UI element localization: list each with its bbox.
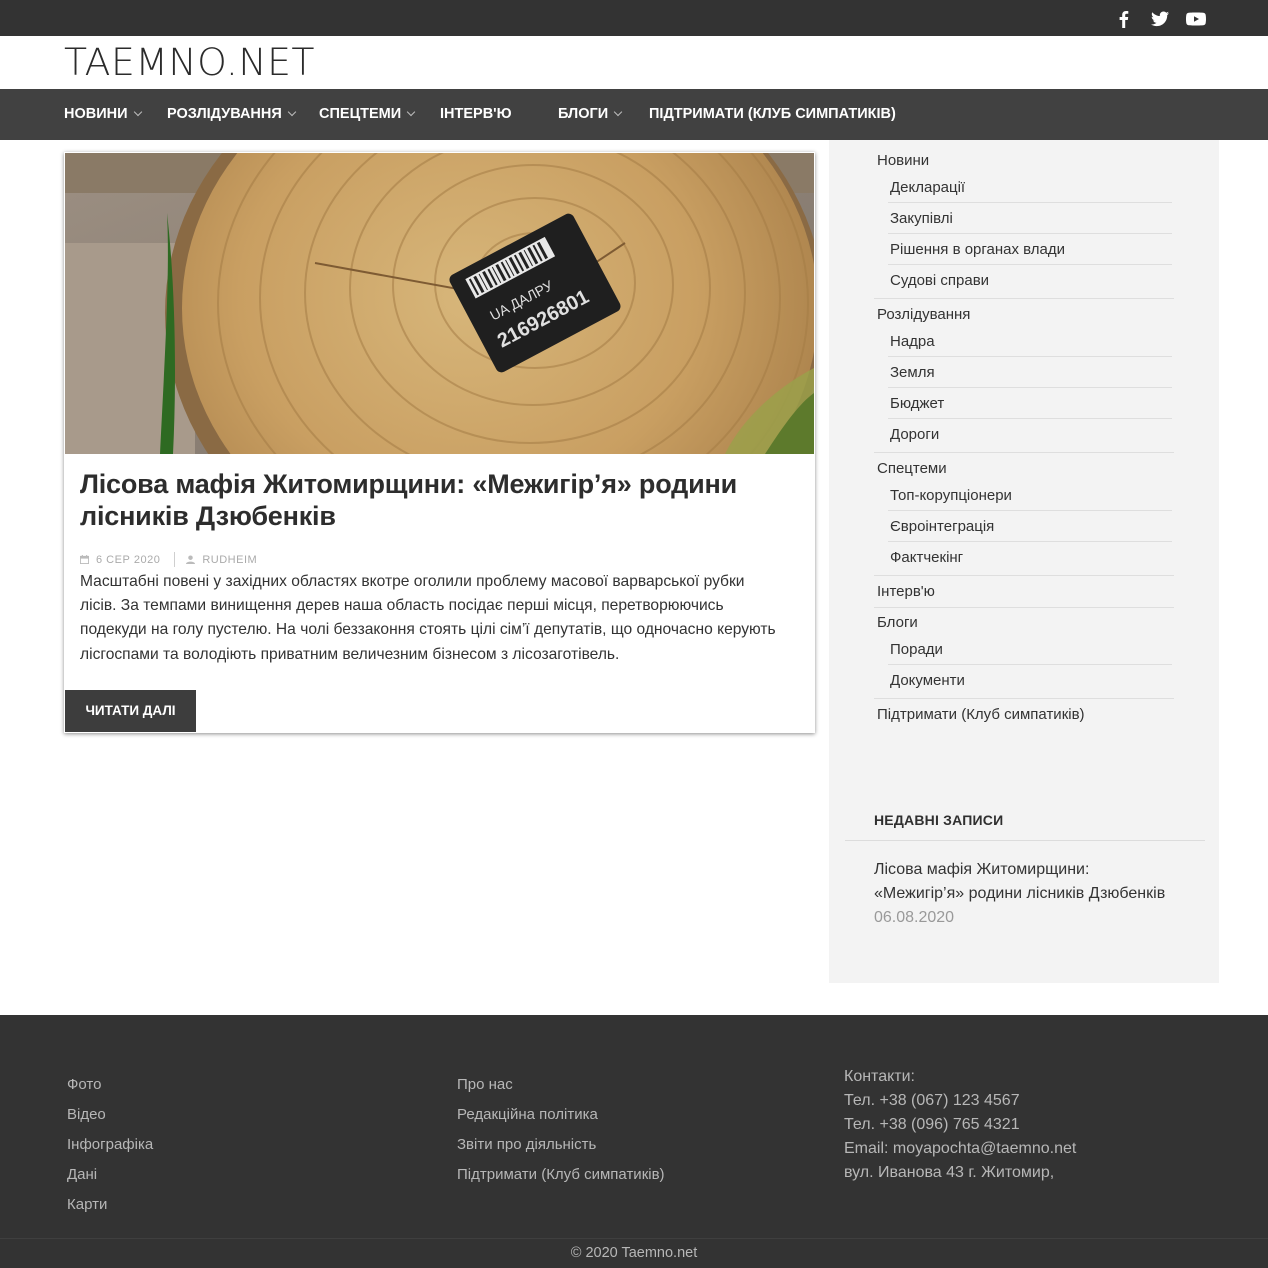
sidebar-subcategory[interactable]: Дороги (890, 426, 939, 443)
recent-post-date: 06.08.2020 (874, 909, 955, 926)
chevron-down-icon (133, 107, 142, 117)
contact-phone-2: Тел. +38 (096) 765 4321 (844, 1116, 1020, 1133)
sidebar-subcategory[interactable]: Бюджет (890, 395, 944, 412)
sidebar-category-spetstemy[interactable]: Спецтеми (877, 460, 947, 477)
contact-address: вул. Иванова 43 г. Житомир, (844, 1164, 1055, 1181)
sidebar-subcategory[interactable]: Судові справи (890, 272, 989, 289)
contact-email: Email: moyapochta@taemno.net (844, 1140, 1077, 1157)
sidebar-subcategory[interactable]: Земля (890, 364, 935, 381)
footer-link[interactable]: Відео (67, 1100, 153, 1130)
main-nav: Новини Розлідування Спецтеми Інтерв'ю Бл… (0, 89, 1268, 140)
site-logo[interactable]: TAEMNO.NET (64, 41, 315, 84)
chevron-down-icon (287, 107, 297, 117)
facebook-icon[interactable] (1114, 10, 1134, 28)
widget-divider (845, 840, 1205, 841)
article-card: UA ДАЛРУ 216926801 Лісова мафія Житомирщ… (64, 152, 815, 733)
user-icon (186, 555, 196, 564)
sidebar-subcategory[interactable]: Топ-корупціонери (890, 487, 1012, 504)
footer-column-media: Фото Відео Інфографіка Дані Карти (67, 1070, 153, 1220)
calendar-icon (80, 555, 89, 564)
top-bar (0, 0, 1268, 36)
sidebar: Новини Декларації Закупівлі Рішення в ор… (829, 140, 1219, 983)
twitter-icon[interactable] (1150, 10, 1170, 28)
sidebar-subcategory[interactable]: Декларації (890, 179, 965, 196)
sidebar-subcategory[interactable]: Фактчекінг (890, 549, 963, 566)
footer-link[interactable]: Підтримати (Клуб симпатиків) (457, 1160, 665, 1190)
contacts-heading: Контакти: (844, 1068, 915, 1085)
article-author[interactable]: rudheim (202, 554, 257, 566)
footer-link[interactable]: Карти (67, 1190, 153, 1220)
article-meta: 6 сер 2020 rudheim (80, 552, 257, 567)
recent-posts-title: Недавні записи (874, 812, 1004, 828)
sidebar-category-rozliduvannia[interactable]: Розлідування (877, 306, 970, 323)
site-header: TAEMNO.NET (0, 36, 1268, 89)
sidebar-category-novyny[interactable]: Новини (877, 152, 929, 169)
footer-link[interactable]: Інфографіка (67, 1130, 153, 1160)
footer-link[interactable]: Про нас (457, 1070, 665, 1100)
sidebar-category-pidtrymaty[interactable]: Підтримати (Клуб симпатиків) (877, 706, 1085, 723)
sidebar-category-interviu[interactable]: Інтерв'ю (877, 583, 935, 600)
nav-item-novyny[interactable]: Новини (64, 89, 142, 140)
sidebar-subcategory[interactable]: Надра (890, 333, 935, 350)
article-title[interactable]: Лісова мафія Житомирщини: «Межигір’я» ро… (80, 468, 780, 532)
nav-item-pidtrymaty[interactable]: Підтримати (Клуб симпатиків) (649, 89, 896, 140)
chevron-down-icon (406, 107, 416, 117)
nav-item-blohy[interactable]: Блоги (558, 89, 623, 140)
read-more-button[interactable]: Читати далі (65, 690, 196, 732)
copyright: © 2020 Taemno.net (570, 1245, 698, 1261)
contact-phone-1: Тел. +38 (067) 123 4567 (844, 1092, 1020, 1109)
nav-item-rozliduvannia[interactable]: Розлідування (167, 89, 297, 140)
article-image[interactable]: UA ДАЛРУ 216926801 (65, 153, 814, 454)
sidebar-subcategory[interactable]: Рішення в органах влади (890, 241, 1065, 258)
sidebar-subcategory[interactable]: Євроінтеграція (890, 518, 994, 535)
recent-post-item: Лісова мафія Житомирщини: «Межигір’я» ро… (874, 858, 1184, 930)
nav-item-interviu[interactable]: Інтерв'ю (440, 89, 512, 140)
meta-divider (174, 552, 176, 567)
footer-column-about: Про нас Редакційна політика Звіти про ді… (457, 1070, 665, 1190)
footer-link[interactable]: Звіти про діяльність (457, 1130, 665, 1160)
sidebar-subcategory[interactable]: Закупівлі (890, 210, 953, 227)
nav-item-spetstemy[interactable]: Спецтеми (319, 89, 416, 140)
footer-link[interactable]: Фото (67, 1070, 153, 1100)
site-footer: Фото Відео Інфографіка Дані Карти Про на… (0, 1015, 1268, 1268)
social-links (1114, 10, 1206, 28)
footer-contacts: Контакти: Тел. +38 (067) 123 4567 Тел. +… (844, 1065, 1076, 1185)
footer-link[interactable]: Редакційна політика (457, 1100, 665, 1130)
article-excerpt: Масштабні повені у західних областях вко… (80, 573, 776, 663)
sidebar-subcategory[interactable]: Поради (890, 641, 943, 658)
article-date: 6 сер 2020 (96, 553, 161, 566)
youtube-icon[interactable] (1186, 10, 1206, 28)
footer-divider (0, 1238, 1268, 1239)
chevron-down-icon (613, 107, 623, 117)
sidebar-category-blohy[interactable]: Блоги (877, 614, 918, 631)
sidebar-subcategory[interactable]: Документи (890, 672, 965, 689)
footer-link[interactable]: Дані (67, 1160, 153, 1190)
recent-post-link[interactable]: Лісова мафія Житомирщини: «Межигір’я» ро… (874, 861, 1165, 902)
